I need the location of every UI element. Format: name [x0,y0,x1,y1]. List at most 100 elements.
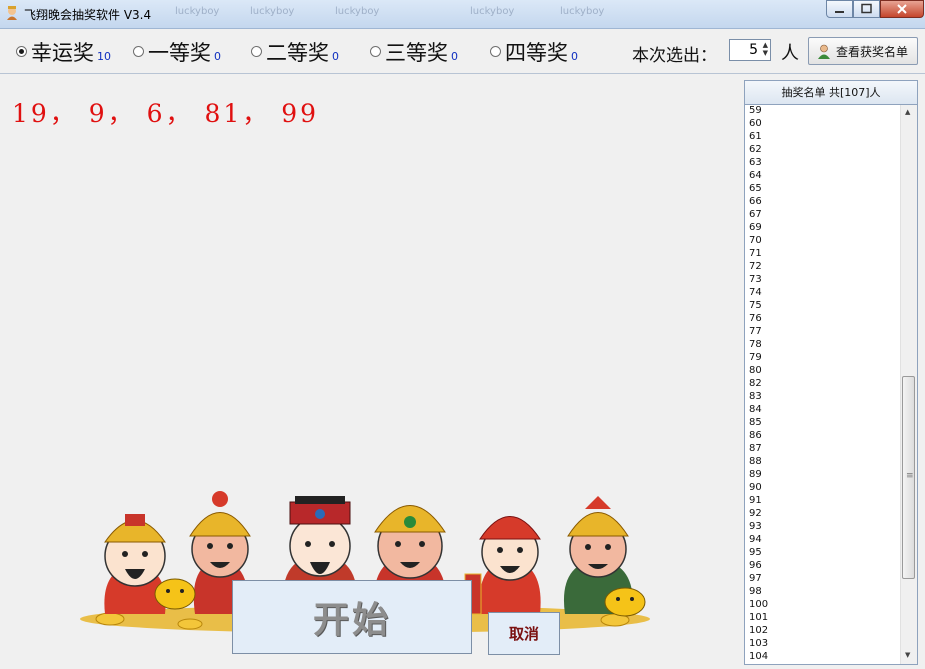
list-item[interactable]: 72 [749,260,768,273]
radio-button[interactable] [133,46,144,57]
list-item[interactable]: 93 [749,520,768,533]
list-item[interactable]: 71 [749,247,768,260]
list-item[interactable]: 103 [749,637,768,650]
draw-area: 19， 9， 6， 81， 99 开始 取消 [0,74,742,669]
background-ghost-text: luckyboy [470,6,515,17]
background-ghost-text: luckyboy [335,6,380,17]
list-item[interactable]: 104 [749,650,768,663]
stepper-value: 5 [749,42,758,58]
list-item[interactable]: 61 [749,130,768,143]
list-item[interactable]: 100 [749,598,768,611]
start-label: 开始 [312,600,391,641]
close-button[interactable] [880,0,924,18]
draw-result: 19， 9， 6， 81， 99 [12,99,320,128]
participant-list-panel: 抽奖名单 共[107]人 59 60 61 62 63 64 65 66 67 69 70 71 72 7… [744,80,919,665]
prize-label: 一等奖 [148,41,211,65]
list-item[interactable]: 96 [749,559,768,572]
stepper-arrows-icon[interactable]: ▲ ▼ [763,41,768,57]
scroll-down-icon[interactable]: ▼ [905,651,910,659]
prize-label: 三等奖 [385,41,448,65]
prize-label: 幸运奖 [31,41,94,65]
list-item[interactable]: 63 [749,156,768,169]
prize-option-second[interactable]: 二等奖 0 [251,37,339,67]
list-item[interactable]: 86 [749,429,768,442]
person-unit-label: 人 [781,43,799,64]
prize-option-fourth[interactable]: 四等奖 0 [490,37,578,67]
participant-list-header: 抽奖名单 共[107]人 [744,80,918,105]
list-item[interactable]: 101 [749,611,768,624]
list-item[interactable]: 92 [749,507,768,520]
list-item[interactable]: 84 [749,403,768,416]
prize-count: 0 [451,50,458,63]
list-item[interactable]: 83 [749,390,768,403]
prize-option-third[interactable]: 三等奖 0 [370,37,458,67]
list-item[interactable]: 69 [749,221,768,234]
minimize-icon [835,11,844,13]
participant-list-items: 59 60 61 62 63 64 65 66 67 69 70 71 72 73 74 75 76 77 78 79… [749,105,768,663]
list-item[interactable]: 102 [749,624,768,637]
maximize-button[interactable] [853,0,880,18]
close-icon [897,4,907,14]
list-item[interactable]: 94 [749,533,768,546]
list-item[interactable]: 98 [749,585,768,598]
list-item[interactable]: 75 [749,299,768,312]
list-item[interactable]: 66 [749,195,768,208]
title-bar: 飞翔晚会抽奖软件 V3.4 luckyboy luckyboy luckyboy… [0,0,925,29]
list-item[interactable]: 91 [749,494,768,507]
list-item[interactable]: 95 [749,546,768,559]
list-scrollbar[interactable]: ▲ ≡ ▼ [900,105,917,664]
list-item[interactable]: 85 [749,416,768,429]
prize-toolbar: 幸运奖 10 一等奖 0 二等奖 0 三等奖 0 四等奖 0 本次选出： 5 ▲… [0,29,925,74]
prize-label: 四等奖 [505,41,568,65]
grip-icon: ≡ [906,471,914,481]
list-item[interactable]: 74 [749,286,768,299]
background-ghost-text: luckyboy [175,6,220,17]
cancel-button[interactable]: 取消 [488,612,560,655]
prize-count: 0 [214,50,221,63]
window-title: 飞翔晚会抽奖软件 V3.4 [24,8,152,22]
background-ghost-text: luckyboy [250,6,295,17]
select-count-stepper[interactable]: 5 ▲ ▼ [729,39,771,61]
prize-count: 0 [571,50,578,63]
list-item[interactable]: 80 [749,364,768,377]
radio-button[interactable] [251,46,262,57]
radio-button[interactable] [490,46,501,57]
view-winners-label: 查看获奖名单 [836,44,909,59]
list-item[interactable]: 78 [749,338,768,351]
person-icon [818,44,830,59]
list-item[interactable]: 67 [749,208,768,221]
list-item[interactable]: 87 [749,442,768,455]
scroll-up-icon[interactable]: ▲ [905,108,910,116]
view-winners-button[interactable]: 查看获奖名单 [808,37,918,65]
list-item[interactable]: 65 [749,182,768,195]
prize-option-first[interactable]: 一等奖 0 [133,37,221,67]
radio-button[interactable] [16,46,27,57]
list-item[interactable]: 90 [749,481,768,494]
list-item[interactable]: 64 [749,169,768,182]
background-ghost-text: luckyboy [560,6,605,17]
list-item[interactable]: 59 [749,105,768,117]
minimize-button[interactable] [826,0,853,18]
list-item[interactable]: 97 [749,572,768,585]
scroll-thumb[interactable]: ≡ [902,376,915,579]
list-item[interactable]: 82 [749,377,768,390]
list-item[interactable]: 88 [749,455,768,468]
start-button[interactable]: 开始 [232,580,472,654]
list-item[interactable]: 73 [749,273,768,286]
list-item[interactable]: 62 [749,143,768,156]
prize-count: 10 [97,50,111,63]
list-item[interactable]: 89 [749,468,768,481]
maximize-icon [861,3,872,14]
list-item[interactable]: 76 [749,312,768,325]
prize-option-lucky[interactable]: 幸运奖 10 [16,37,111,67]
list-item[interactable]: 70 [749,234,768,247]
app-icon [7,6,17,20]
prize-count: 0 [332,50,339,63]
cancel-label: 取消 [508,625,539,643]
prize-label: 二等奖 [266,41,329,65]
list-item[interactable]: 77 [749,325,768,338]
list-item[interactable]: 79 [749,351,768,364]
list-item[interactable]: 60 [749,117,768,130]
participant-list[interactable]: 59 60 61 62 63 64 65 66 67 69 70 71 72 73 74 75 76 77 78 79… [744,105,918,665]
radio-button[interactable] [370,46,381,57]
